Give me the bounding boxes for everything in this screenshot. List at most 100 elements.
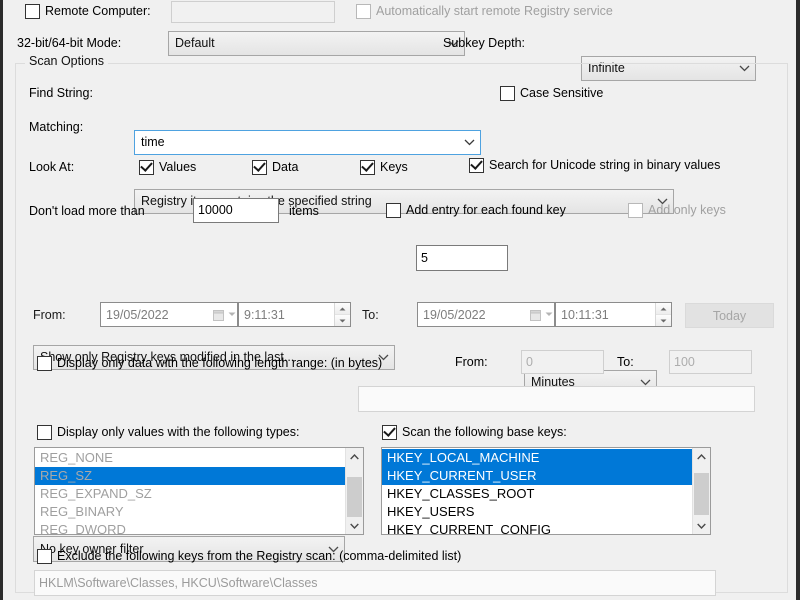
modified-amount-value: 5 bbox=[421, 250, 428, 265]
checkbox-box bbox=[469, 158, 484, 173]
checkbox-box bbox=[500, 86, 515, 101]
list-item[interactable]: HKEY_CURRENT_USER bbox=[382, 467, 692, 485]
value-types-list[interactable]: REG_NONE REG_SZ REG_EXPAND_SZ REG_BINARY REG… bbox=[35, 448, 345, 534]
checkbox-box bbox=[386, 203, 401, 218]
checkbox-box bbox=[356, 4, 371, 19]
checkbox-box bbox=[628, 203, 643, 218]
add-only-keys-checkbox[interactable]: Add only keys bbox=[628, 202, 726, 219]
chevron-down-icon bbox=[634, 379, 656, 386]
items-label: items bbox=[289, 204, 319, 218]
remote-computer-checkbox[interactable]: Remote Computer: bbox=[25, 3, 151, 20]
list-item[interactable]: REG_SZ bbox=[35, 467, 345, 485]
list-item[interactable]: HKEY_CLASSES_ROOT bbox=[382, 485, 692, 503]
checkbox-box bbox=[25, 4, 40, 19]
base-keys-label: Scan the following base keys: bbox=[402, 425, 567, 440]
remote-computer-label: Remote Computer: bbox=[45, 4, 151, 19]
length-range-checkbox[interactable]: Display only data with the following len… bbox=[37, 355, 382, 372]
value-types-scrollbar[interactable] bbox=[345, 448, 363, 534]
list-item[interactable]: REG_NONE bbox=[35, 449, 345, 467]
unicode-binary-search-checkbox[interactable]: Search for Unicode string in binary valu… bbox=[469, 157, 720, 174]
list-item[interactable]: REG_EXPAND_SZ bbox=[35, 485, 345, 503]
length-range-label: Display only data with the following len… bbox=[57, 356, 383, 371]
registry-scanner-options-panel: Remote Computer: Automatically start rem… bbox=[0, 0, 800, 600]
types-filter-label: Display only values with the following t… bbox=[57, 425, 300, 440]
exclude-keys-input[interactable]: HKLM\Software\Classes, HKCU\Software\Cla… bbox=[34, 570, 716, 596]
add-entry-found-key-checkbox[interactable]: Add entry for each found key bbox=[386, 202, 566, 219]
bitness-mode-value: Default bbox=[175, 37, 215, 50]
to-time-spin-buttons[interactable] bbox=[655, 303, 671, 326]
matching-label: Matching: bbox=[29, 120, 84, 134]
from-time-spin-buttons[interactable] bbox=[334, 303, 350, 326]
length-from-input[interactable]: 0 bbox=[521, 350, 604, 374]
to-date-picker[interactable]: 19/05/2022 bbox=[417, 302, 555, 327]
from-date-picker[interactable]: 19/05/2022 bbox=[100, 302, 238, 327]
from-time-spinner[interactable]: 9:11:31 bbox=[238, 302, 351, 327]
subkey-depth-label: Subkey Depth: bbox=[443, 36, 525, 50]
checkbox-box bbox=[37, 549, 52, 564]
look-at-values-checkbox[interactable]: Values bbox=[139, 159, 196, 176]
to-time-spinner[interactable]: 10:11:31 bbox=[555, 302, 672, 327]
list-item[interactable]: HKEY_CURRENT_CONFIG bbox=[382, 521, 692, 534]
dont-load-more-label: Don't load more than bbox=[29, 204, 145, 218]
scan-options-group-title: Scan Options bbox=[25, 55, 109, 68]
add-entry-found-key-label: Add entry for each found key bbox=[406, 203, 566, 218]
checkbox-box bbox=[37, 356, 52, 371]
base-keys-list[interactable]: HKEY_LOCAL_MACHINE HKEY_CURRENT_USER HKEY_… bbox=[382, 448, 692, 534]
checkbox-box bbox=[382, 425, 397, 440]
key-owner-filter-input[interactable] bbox=[358, 386, 755, 412]
length-to-label: To: bbox=[617, 355, 634, 369]
spin-up-icon[interactable] bbox=[656, 303, 671, 315]
unicode-binary-search-label: Search for Unicode string in binary valu… bbox=[489, 158, 721, 173]
scroll-thumb[interactable] bbox=[694, 473, 709, 515]
case-sensitive-checkbox[interactable]: Case Sensitive bbox=[500, 85, 603, 102]
from-date-value: 19/05/2022 bbox=[106, 307, 169, 322]
scroll-track[interactable] bbox=[346, 465, 363, 517]
exclude-keys-checkbox[interactable]: Exclude the following keys from the Regi… bbox=[37, 548, 461, 565]
remote-computer-input[interactable] bbox=[171, 1, 335, 23]
exclude-keys-label: Exclude the following keys from the Regi… bbox=[57, 549, 462, 564]
checkbox-box bbox=[252, 160, 267, 175]
chevron-down-icon[interactable] bbox=[458, 139, 480, 146]
base-keys-checkbox[interactable]: Scan the following base keys: bbox=[382, 424, 567, 441]
list-item[interactable]: HKEY_USERS bbox=[382, 503, 692, 521]
spin-down-icon[interactable] bbox=[335, 315, 350, 326]
list-item[interactable]: HKEY_LOCAL_MACHINE bbox=[382, 449, 692, 467]
bitness-mode-label: 32-bit/64-bit Mode: bbox=[17, 36, 122, 50]
base-keys-listbox[interactable]: HKEY_LOCAL_MACHINE HKEY_CURRENT_USER HKEY_… bbox=[381, 447, 711, 535]
today-button-label: Today bbox=[712, 308, 747, 323]
spin-down-icon[interactable] bbox=[656, 315, 671, 326]
auto-start-registry-service-checkbox[interactable]: Automatically start remote Registry serv… bbox=[356, 3, 613, 20]
auto-start-registry-service-label: Automatically start remote Registry serv… bbox=[376, 4, 613, 19]
checkbox-box bbox=[139, 160, 154, 175]
bitness-mode-select[interactable]: Default bbox=[168, 31, 465, 56]
modified-amount-input[interactable]: 5 bbox=[416, 245, 508, 271]
scroll-down-icon[interactable] bbox=[693, 517, 710, 534]
length-to-input[interactable]: 100 bbox=[669, 350, 752, 374]
list-item[interactable]: REG_BINARY bbox=[35, 503, 345, 521]
look-at-keys-label: Keys bbox=[380, 160, 408, 175]
scroll-track[interactable] bbox=[693, 465, 710, 517]
types-filter-checkbox[interactable]: Display only values with the following t… bbox=[37, 424, 299, 441]
value-types-listbox[interactable]: REG_NONE REG_SZ REG_EXPAND_SZ REG_BINARY REG… bbox=[34, 447, 364, 535]
find-string-combobox[interactable]: time bbox=[134, 130, 481, 155]
checkbox-box bbox=[37, 425, 52, 440]
look-at-values-label: Values bbox=[159, 160, 197, 175]
case-sensitive-label: Case Sensitive bbox=[520, 86, 604, 101]
base-keys-scrollbar[interactable] bbox=[692, 448, 710, 534]
today-button[interactable]: Today bbox=[685, 303, 774, 328]
scroll-up-icon[interactable] bbox=[693, 448, 710, 465]
length-to-value: 100 bbox=[674, 354, 695, 369]
look-at-keys-checkbox[interactable]: Keys bbox=[360, 159, 408, 176]
scroll-down-icon[interactable] bbox=[346, 517, 363, 534]
to-label: To: bbox=[362, 308, 379, 322]
scroll-up-icon[interactable] bbox=[346, 448, 363, 465]
to-time-value: 10:11:31 bbox=[561, 307, 609, 322]
to-date-value: 19/05/2022 bbox=[423, 307, 486, 322]
look-at-data-checkbox[interactable]: Data bbox=[252, 159, 298, 176]
list-item[interactable]: REG_DWORD bbox=[35, 521, 345, 534]
from-label: From: bbox=[33, 308, 66, 322]
scroll-thumb[interactable] bbox=[347, 477, 362, 517]
spin-up-icon[interactable] bbox=[335, 303, 350, 315]
find-string-value: time bbox=[141, 136, 165, 149]
max-items-input[interactable]: 10000 bbox=[193, 198, 279, 223]
